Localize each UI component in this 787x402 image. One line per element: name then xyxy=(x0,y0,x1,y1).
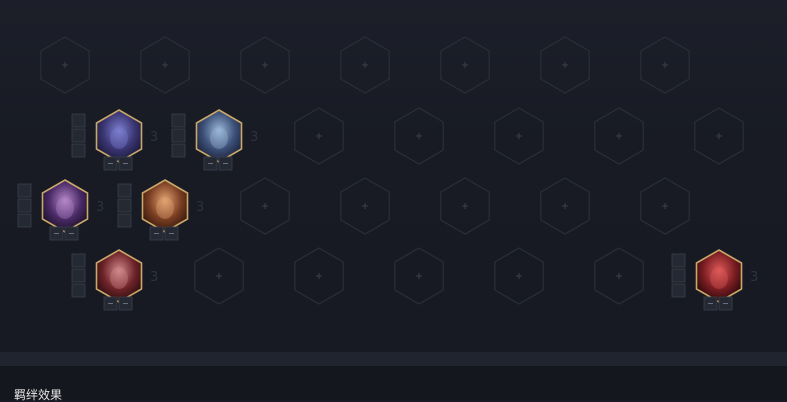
item-slot-button[interactable] xyxy=(117,198,132,213)
champion-level-text: 3 xyxy=(150,130,158,145)
empty-hex-slot[interactable] xyxy=(240,177,290,235)
plus-icon xyxy=(316,133,322,139)
plus-icon xyxy=(362,62,368,68)
champion-slot[interactable]: 3 xyxy=(71,109,158,171)
empty-hex-slot[interactable] xyxy=(594,247,644,305)
champion-slot[interactable]: 3 xyxy=(71,249,158,311)
champion-slot[interactable]: 3 xyxy=(17,179,104,241)
plus-icon xyxy=(462,62,468,68)
champion-level-text: 3 xyxy=(250,130,258,145)
champion-slot[interactable]: 3 xyxy=(117,179,204,241)
plus-icon xyxy=(262,62,268,68)
plus-icon xyxy=(216,273,222,279)
plus-icon xyxy=(562,203,568,209)
empty-hex-slot[interactable] xyxy=(294,107,344,165)
section-divider xyxy=(0,352,787,366)
item-slot-button[interactable] xyxy=(171,128,186,143)
empty-hex-slot[interactable] xyxy=(540,177,590,235)
empty-hex-slot[interactable] xyxy=(694,107,744,165)
champion-level-text: 3 xyxy=(96,200,104,215)
empty-hex-slot[interactable] xyxy=(640,36,690,94)
empty-hex-slot[interactable] xyxy=(494,107,544,165)
item-slot-button[interactable] xyxy=(17,213,32,228)
plus-icon xyxy=(262,203,268,209)
item-slot-button[interactable] xyxy=(17,198,32,213)
plus-icon xyxy=(616,273,622,279)
empty-hex-slot[interactable] xyxy=(40,36,90,94)
empty-hex-slot[interactable] xyxy=(340,36,390,94)
empty-hex-slot[interactable] xyxy=(340,177,390,235)
item-slot-button[interactable] xyxy=(171,113,186,128)
plus-icon xyxy=(662,62,668,68)
empty-hex-slot[interactable] xyxy=(540,36,590,94)
item-slot-button[interactable] xyxy=(71,283,86,298)
item-slot-button[interactable] xyxy=(71,253,86,268)
item-slot-button[interactable] xyxy=(671,253,686,268)
item-slot-button[interactable] xyxy=(71,128,86,143)
empty-hex-slot[interactable] xyxy=(394,107,444,165)
item-slot-button[interactable] xyxy=(671,268,686,283)
empty-hex-slot[interactable] xyxy=(394,247,444,305)
empty-hex-slot[interactable] xyxy=(140,36,190,94)
plus-icon xyxy=(516,133,522,139)
champion-level-text: 3 xyxy=(196,200,204,215)
champion-level-text: 3 xyxy=(150,270,158,285)
empty-hex-slot[interactable] xyxy=(240,36,290,94)
item-slot-button[interactable] xyxy=(671,283,686,298)
empty-hex-slot[interactable] xyxy=(640,177,690,235)
plus-icon xyxy=(662,203,668,209)
plus-icon xyxy=(716,133,722,139)
item-slot-button[interactable] xyxy=(117,213,132,228)
item-slot-button[interactable] xyxy=(117,183,132,198)
champion-slot[interactable]: 3 xyxy=(171,109,258,171)
team-board: 3 3 3 3 3 3 xyxy=(0,0,787,352)
plus-icon xyxy=(616,133,622,139)
hex-grid: 3 3 3 3 3 3 xyxy=(17,36,758,311)
plus-icon xyxy=(562,62,568,68)
plus-icon xyxy=(62,62,68,68)
plus-icon xyxy=(416,133,422,139)
plus-icon xyxy=(316,273,322,279)
champion-level-text: 3 xyxy=(750,270,758,285)
empty-hex-slot[interactable] xyxy=(494,247,544,305)
empty-hex-slot[interactable] xyxy=(440,177,490,235)
item-slot-button[interactable] xyxy=(71,143,86,158)
plus-icon xyxy=(416,273,422,279)
empty-hex-slot[interactable] xyxy=(594,107,644,165)
empty-hex-slot[interactable] xyxy=(194,247,244,305)
item-slot-button[interactable] xyxy=(17,183,32,198)
synergy-panel: 羁绊效果 xyxy=(0,366,787,402)
plus-icon xyxy=(162,62,168,68)
plus-icon xyxy=(362,203,368,209)
champion-slot[interactable]: 3 xyxy=(671,249,758,311)
empty-hex-slot[interactable] xyxy=(440,36,490,94)
item-slot-button[interactable] xyxy=(71,268,86,283)
item-slot-button[interactable] xyxy=(171,143,186,158)
empty-hex-slot[interactable] xyxy=(294,247,344,305)
plus-icon xyxy=(516,273,522,279)
plus-icon xyxy=(462,203,468,209)
item-slot-button[interactable] xyxy=(71,113,86,128)
